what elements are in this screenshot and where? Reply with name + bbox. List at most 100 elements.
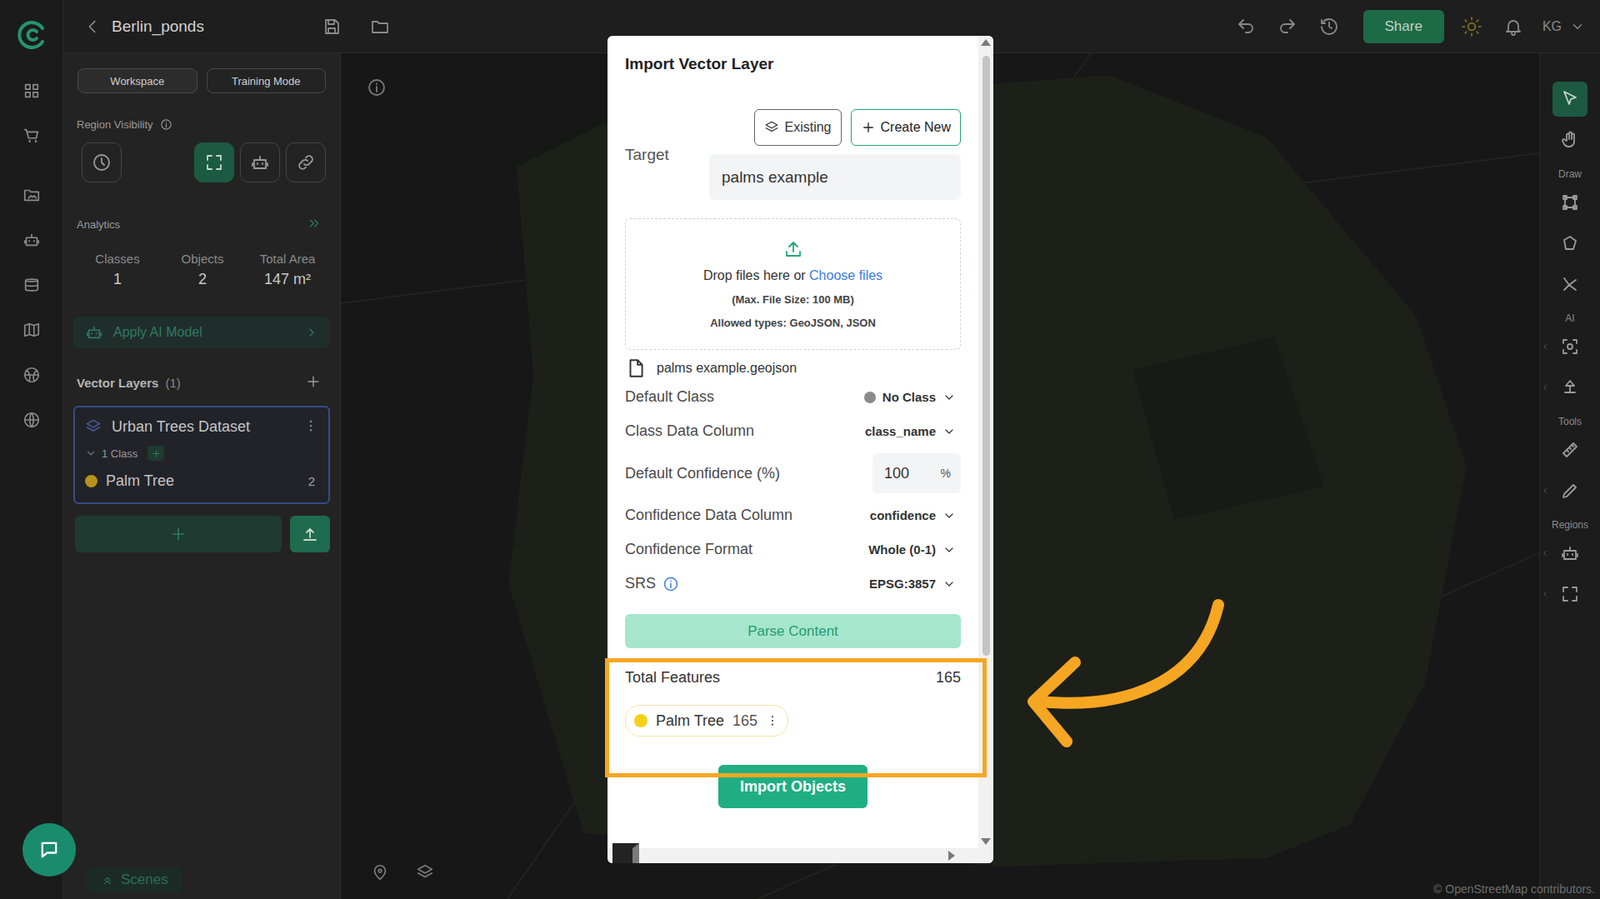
- tool-button[interactable]: [1552, 370, 1588, 405]
- plus-icon: [860, 120, 876, 135]
- tool-button[interactable]: [1552, 576, 1588, 612]
- file-dropzone[interactable]: Drop files here or Choose files (Max. Fi…: [625, 218, 961, 350]
- nav-item[interactable]: [11, 113, 52, 159]
- double-chevron-icon: [306, 215, 322, 231]
- chevron-down-icon: [942, 543, 956, 557]
- back-button[interactable]: [81, 8, 104, 45]
- parse-content-button[interactable]: Parse Content: [625, 614, 961, 649]
- field-select[interactable]: class_name: [865, 424, 961, 439]
- vector-layers-header: Vector Layers (1): [73, 373, 330, 393]
- double-chevron-up-icon: [100, 873, 115, 887]
- nav-item[interactable]: [11, 397, 52, 443]
- user-menu[interactable]: KG: [1542, 19, 1585, 35]
- nav-item[interactable]: [11, 68, 52, 114]
- import-objects-button[interactable]: Import Objects: [718, 765, 868, 809]
- flyout-chevron-icon: [1540, 342, 1550, 351]
- layer-menu-button[interactable]: [303, 418, 319, 436]
- tool-group-label: AI: [1565, 312, 1575, 325]
- class-toggle-row[interactable]: 1 Class: [85, 444, 319, 463]
- layers-icon: [85, 418, 102, 435]
- apply-ai-model-button[interactable]: Apply AI Model: [73, 316, 330, 349]
- sun-icon: [1460, 15, 1483, 38]
- tool-button[interactable]: [1552, 266, 1588, 302]
- target-label: Target: [625, 145, 710, 165]
- add-layer-button[interactable]: [305, 373, 322, 393]
- map-info-button[interactable]: [366, 77, 387, 100]
- location-button[interactable]: [370, 863, 390, 885]
- layer-title-row: Urban Trees Dataset: [85, 414, 319, 440]
- upload-button[interactable]: [290, 515, 330, 553]
- scenes-row: Scenes: [73, 867, 330, 899]
- upload-icon: [300, 524, 320, 545]
- choose-files-link[interactable]: Choose files: [809, 268, 883, 283]
- bell-icon: [1503, 16, 1524, 37]
- nav-item[interactable]: [11, 307, 52, 353]
- class-chip[interactable]: Palm Tree 165: [625, 705, 789, 737]
- parse-summary: Total Features 165 Palm Tree 165: [625, 648, 961, 737]
- annotation-arrow-icon: [0, 0, 1600, 899]
- field-label: Default Confidence (%): [625, 465, 780, 483]
- folder-button[interactable]: [359, 8, 401, 45]
- region-visibility-button[interactable]: [240, 142, 280, 183]
- analytics-expand-button[interactable]: [306, 215, 322, 234]
- class-row[interactable]: Palm Tree 2: [85, 467, 319, 495]
- basemap-button[interactable]: [415, 863, 435, 885]
- mode-tab[interactable]: Training Mode: [206, 68, 327, 94]
- field-input[interactable]: 100 %: [872, 453, 961, 494]
- field-select[interactable]: EPSG:3857: [869, 576, 961, 591]
- target-input[interactable]: palms example: [709, 154, 961, 200]
- tool-button[interactable]: [1552, 535, 1588, 571]
- tool-button[interactable]: [1552, 81, 1588, 117]
- dialog-content: Import Vector Layer Target Existing Crea…: [607, 35, 979, 849]
- notifications-button[interactable]: [1492, 8, 1535, 45]
- redo-button[interactable]: [1266, 8, 1309, 45]
- layers-icon: [764, 120, 780, 135]
- field-select[interactable]: confidence: [870, 508, 961, 523]
- undo-button[interactable]: [1225, 8, 1267, 45]
- target-mode-button[interactable]: Create New: [850, 109, 961, 146]
- tool-button[interactable]: [1552, 432, 1588, 468]
- tool-button[interactable]: [1552, 225, 1588, 261]
- ai-eye-icon: [1560, 336, 1580, 357]
- add-button[interactable]: [75, 515, 282, 553]
- target-mode-button[interactable]: Existing: [754, 109, 841, 146]
- folder-icon: [370, 16, 390, 37]
- logo[interactable]: [15, 15, 49, 55]
- region-visibility-button[interactable]: [194, 142, 235, 183]
- mode-tab[interactable]: Workspace: [77, 68, 198, 94]
- chat-button[interactable]: [22, 823, 76, 877]
- tool-button[interactable]: [1552, 329, 1588, 365]
- field-select[interactable]: Whole (0-1): [868, 542, 961, 557]
- field-select[interactable]: No Class: [864, 390, 961, 405]
- tool-button[interactable]: [1552, 185, 1588, 220]
- nav-item[interactable]: [11, 352, 52, 398]
- save-button[interactable]: [310, 8, 353, 45]
- theme-button[interactable]: [1450, 8, 1493, 45]
- scenes-button[interactable]: Scenes: [87, 867, 182, 893]
- nav-item[interactable]: [11, 217, 52, 263]
- chevron-right-icon: [305, 325, 319, 340]
- nav-item[interactable]: [11, 262, 52, 308]
- add-class-button[interactable]: [147, 445, 165, 461]
- flyout-chevron-icon: [1540, 549, 1550, 558]
- vertical-scrollbar[interactable]: [978, 35, 994, 849]
- region-visibility-buttons: [73, 142, 330, 183]
- map-icon: [22, 320, 41, 340]
- history-button[interactable]: [1308, 8, 1350, 45]
- nav-item[interactable]: [11, 172, 52, 218]
- info-icon: [366, 77, 387, 98]
- tool-button[interactable]: [1552, 473, 1588, 509]
- project-title: Berlin_ponds: [111, 17, 205, 36]
- ball-icon: [22, 365, 41, 385]
- link-icon: [295, 152, 316, 173]
- class-color-dot: [634, 714, 648, 728]
- layer-card[interactable]: Urban Trees Dataset 1 Class Palm Tree 2: [73, 405, 330, 505]
- tool-group-label: Draw: [1558, 168, 1582, 180]
- plus-icon: [150, 448, 162, 460]
- region-visibility-button[interactable]: [285, 142, 326, 183]
- horizontal-scrollbar[interactable]: [607, 848, 994, 864]
- share-button[interactable]: Share: [1363, 10, 1445, 44]
- tool-button[interactable]: [1552, 122, 1588, 158]
- region-visibility-button[interactable]: [81, 142, 122, 183]
- region-visibility-label: Region Visibility: [73, 118, 330, 131]
